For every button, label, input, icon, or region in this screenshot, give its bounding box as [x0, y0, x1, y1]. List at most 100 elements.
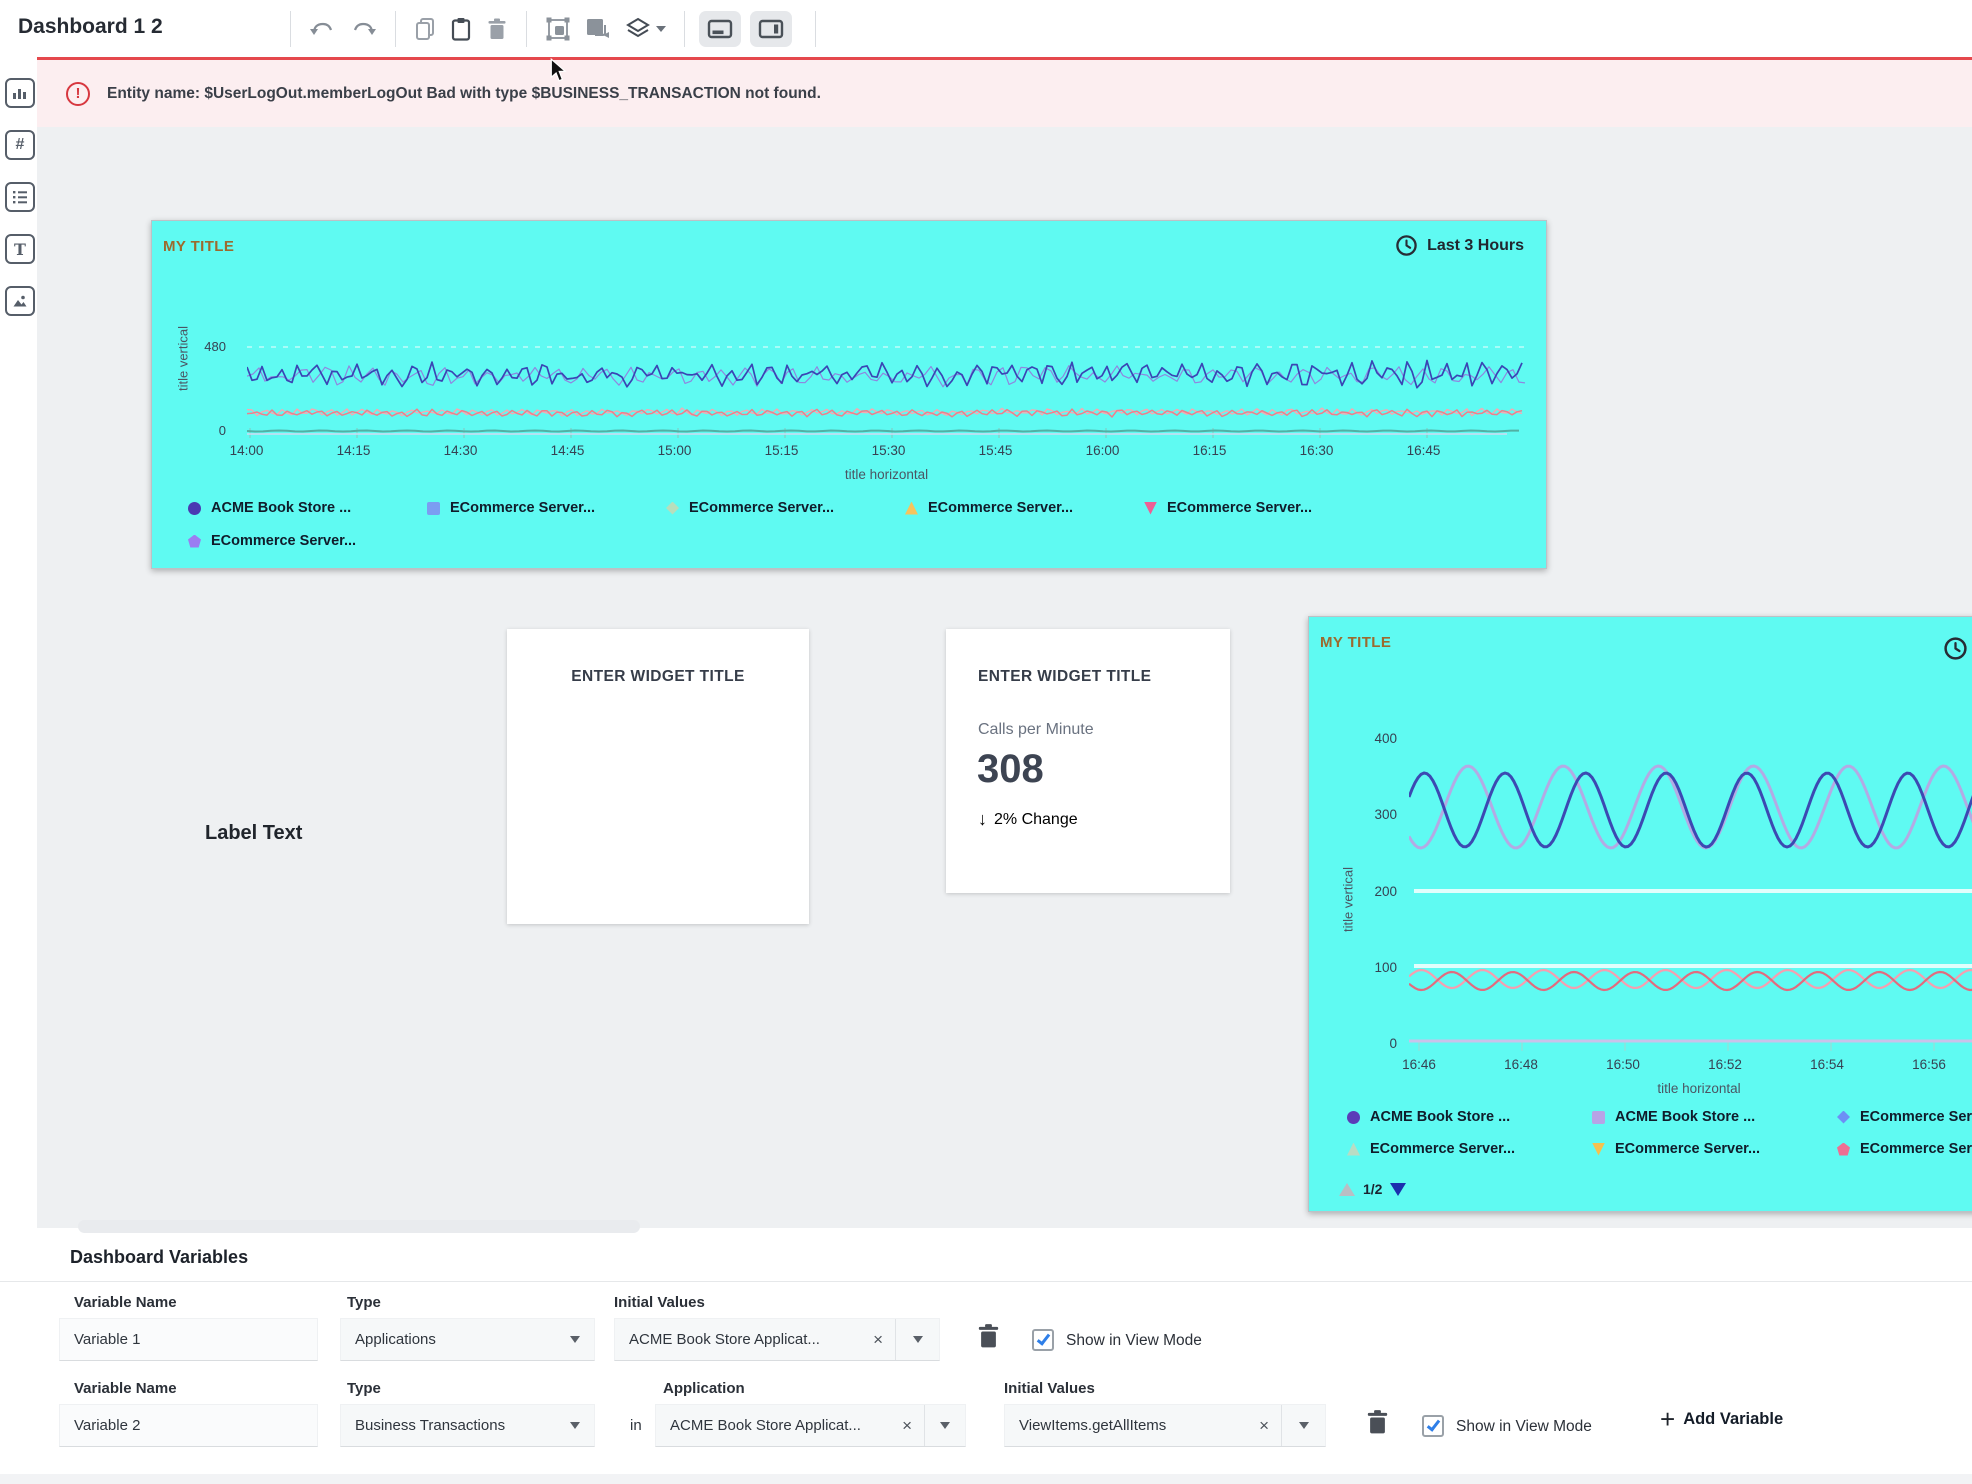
legend-item[interactable]: ECommerce Server...	[1144, 500, 1383, 516]
horizontal-scrollbar[interactable]	[78, 1220, 640, 1233]
initial-values-label: Initial Values	[1004, 1380, 1095, 1397]
variable-name-input[interactable]: Variable 2	[59, 1404, 318, 1447]
paste-button[interactable]	[446, 13, 476, 45]
add-image-widget-button[interactable]	[5, 286, 35, 316]
chevron-down-icon	[940, 1422, 950, 1429]
legend-item[interactable]: ACME Book Store ...	[1347, 1109, 1592, 1125]
timeseries-widget-2[interactable]: MY TITLE title vertical 4003002001000 16…	[1308, 616, 1972, 1212]
metric-change: ↓ 2% Change	[978, 809, 1078, 830]
legend-label: ECommerce Server...	[1615, 1141, 1760, 1157]
redo-icon	[351, 20, 377, 38]
legend-label: ACME Book Store ...	[211, 500, 351, 516]
type-select[interactable]: Business Transactions	[340, 1404, 595, 1447]
open-dropdown-button[interactable]	[1282, 1422, 1325, 1429]
triangle-up-marker-icon	[905, 502, 918, 515]
bar-chart-icon	[12, 85, 28, 101]
legend-item[interactable]: ECommerce Server...	[1347, 1141, 1592, 1157]
series-baseline	[247, 431, 1519, 432]
metric-widget[interactable]: ENTER WIDGET TITLE Calls per Minute 308 …	[946, 629, 1230, 893]
plus-icon: +	[1660, 1408, 1675, 1430]
hash-icon: #	[16, 136, 25, 154]
show-in-view-mode-checkbox[interactable]	[1032, 1329, 1054, 1351]
legend-item[interactable]: ECommerce Server...	[905, 500, 1144, 516]
pentagon-marker-icon	[1837, 1143, 1850, 1156]
toolbar-divider	[684, 11, 685, 47]
legend-item[interactable]: ACME Book Store ...	[1592, 1109, 1837, 1125]
remove-token-icon[interactable]: ×	[861, 1330, 895, 1350]
application-token: ACME Book Store Applicat...	[656, 1417, 890, 1434]
delete-variable-button[interactable]	[1365, 1408, 1390, 1439]
copy-icon	[414, 17, 436, 41]
trash-icon	[486, 17, 508, 41]
delete-variable-button[interactable]	[976, 1322, 1001, 1353]
axis-tick-marks	[250, 428, 1427, 438]
legend-item[interactable]: ECommerce Server...	[188, 533, 427, 549]
type-select[interactable]: Applications	[340, 1318, 595, 1361]
diamond-marker-icon	[666, 502, 679, 515]
widget-title: MY TITLE	[1320, 634, 1391, 651]
undo-button[interactable]	[305, 16, 339, 42]
ungroup-icon	[584, 16, 612, 42]
triangle-down-marker-icon	[1144, 502, 1157, 515]
health-widget[interactable]: ENTER WIDGET TITLE	[507, 629, 809, 924]
dashboard-editor: Dashboard 1 2	[0, 0, 1972, 1484]
clock-icon[interactable]	[1943, 636, 1968, 661]
remove-token-icon[interactable]: ×	[1247, 1416, 1281, 1436]
add-chart-widget-button[interactable]	[5, 78, 35, 108]
legend-label: ECommerce Server...	[1167, 500, 1312, 516]
open-dropdown-button[interactable]	[896, 1336, 939, 1343]
triangle-down-marker-icon	[1592, 1143, 1605, 1156]
health-status-circle	[583, 732, 731, 880]
ungroup-button[interactable]	[580, 12, 616, 46]
legend-item[interactable]: ECommerce Server...	[1837, 1109, 1972, 1125]
list-icon	[12, 189, 28, 205]
show-in-view-mode-checkbox[interactable]	[1422, 1415, 1444, 1437]
layers-icon	[625, 17, 651, 41]
delete-button[interactable]	[482, 13, 512, 45]
clock-icon	[1395, 234, 1418, 257]
error-banner: ! Entity name: $UserLogOut.memberLogOut …	[37, 57, 1972, 127]
legend-item[interactable]: ECommerce Server...	[1837, 1141, 1972, 1157]
label-text-widget[interactable]: Label Text	[205, 822, 302, 845]
initial-values-combobox[interactable]: ViewItems.getAllItems ×	[1004, 1404, 1326, 1447]
trash-icon	[976, 1322, 1001, 1350]
application-combobox[interactable]: ACME Book Store Applicat... ×	[655, 1404, 966, 1447]
legend-item[interactable]: ECommerce Server...	[666, 500, 905, 516]
page-down-icon[interactable]	[1390, 1183, 1406, 1196]
group-button[interactable]	[541, 12, 575, 46]
legend-label: ECommerce Server...	[1860, 1109, 1972, 1125]
initial-values-combobox[interactable]: ACME Book Store Applicat... ×	[614, 1318, 940, 1361]
widget-title: MY TITLE	[163, 238, 234, 255]
dashboard-title: Dashboard 1 2	[18, 15, 163, 39]
chevron-down-icon	[913, 1336, 923, 1343]
panel-bottom-strip	[0, 1474, 1972, 1484]
add-text-widget-button[interactable]: T	[5, 234, 35, 264]
remove-token-icon[interactable]: ×	[890, 1416, 924, 1436]
add-variable-button[interactable]: + Add Variable	[1660, 1408, 1783, 1430]
time-range[interactable]: Last 3 Hours	[1395, 234, 1524, 257]
toolbar-divider	[395, 11, 396, 47]
variable-name-label: Variable Name	[74, 1294, 177, 1311]
variable-name-value: Variable 2	[74, 1417, 140, 1434]
undo-icon	[309, 20, 335, 38]
initial-value-token: ViewItems.getAllItems	[1005, 1417, 1247, 1434]
variable-name-input[interactable]: Variable 1	[59, 1318, 318, 1361]
legend-label: ECommerce Server...	[211, 533, 356, 549]
layout-right-panel-button[interactable]	[750, 11, 792, 47]
redo-button[interactable]	[347, 16, 381, 42]
add-metric-widget-button[interactable]: #	[5, 130, 35, 160]
timeseries-widget-1[interactable]: MY TITLE Last 3 Hours title vertical 480…	[151, 220, 1547, 569]
copy-button[interactable]	[410, 13, 440, 45]
triangle-up-marker-icon	[1347, 1143, 1360, 1156]
legend-item[interactable]: ECommerce Server...	[427, 500, 666, 516]
legend-item[interactable]: ACME Book Store ...	[188, 500, 427, 516]
layout-bottom-panel-button[interactable]	[699, 11, 741, 47]
metric-value: 308	[977, 747, 1044, 792]
page-up-icon[interactable]	[1339, 1183, 1355, 1196]
error-message: Entity name: $UserLogOut.memberLogOut Ba…	[107, 85, 821, 103]
legend-item[interactable]: ECommerce Server...	[1592, 1141, 1837, 1157]
layers-button[interactable]	[621, 13, 670, 45]
x-axis-ticks: 14:0014:1514:3014:4515:0015:1515:3015:45…	[193, 443, 1477, 458]
add-list-widget-button[interactable]	[5, 182, 35, 212]
open-dropdown-button[interactable]	[925, 1422, 965, 1429]
